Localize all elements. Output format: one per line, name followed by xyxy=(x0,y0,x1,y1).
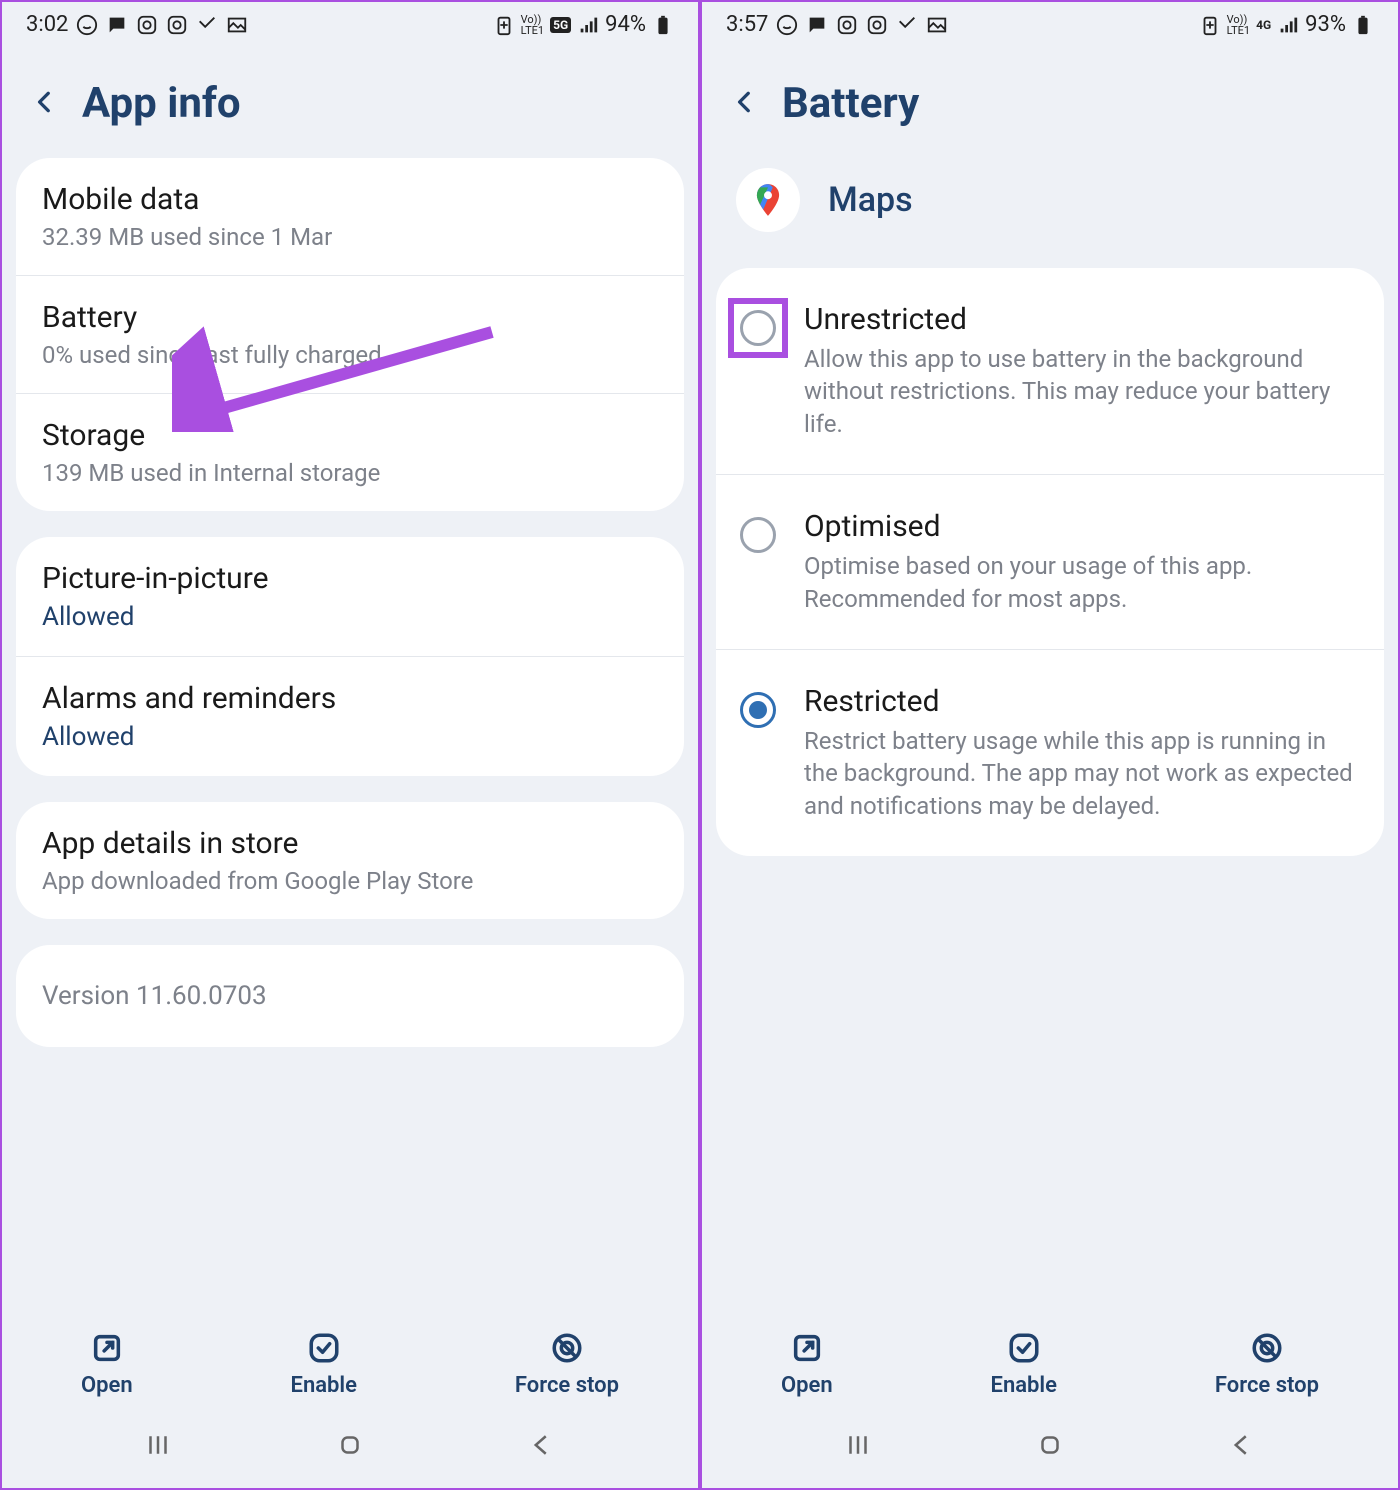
row-battery[interactable]: Battery 0% used since last fully charged xyxy=(16,275,684,393)
instagram-icon xyxy=(136,14,158,36)
maps-app-icon xyxy=(736,168,800,232)
back-icon[interactable] xyxy=(32,82,58,126)
instagram-icon xyxy=(866,14,888,36)
card-usage: Mobile data 32.39 MB used since 1 Mar Ba… xyxy=(16,158,684,511)
row-mobile-data[interactable]: Mobile data 32.39 MB used since 1 Mar xyxy=(16,158,684,275)
open-button[interactable]: Open xyxy=(81,1331,133,1398)
status-time: 3:02 xyxy=(26,12,68,37)
back-nav-icon[interactable] xyxy=(1227,1430,1257,1464)
action-bar: Open Enable Force stop xyxy=(2,1309,698,1412)
battery-percent: 93% xyxy=(1305,12,1346,37)
enable-button[interactable]: Enable xyxy=(991,1331,1057,1398)
nav-bar xyxy=(2,1412,698,1488)
battery-percent: 94% xyxy=(605,12,646,37)
chat-icon xyxy=(106,14,128,36)
volte-icon: Vo)) LTE1 xyxy=(1227,14,1250,36)
chat-icon xyxy=(806,14,828,36)
row-pip[interactable]: Picture-in-picture Allowed xyxy=(16,537,684,656)
home-icon[interactable] xyxy=(1035,1430,1065,1464)
status-time: 3:57 xyxy=(726,12,768,37)
battery-icon xyxy=(652,14,674,36)
option-restricted[interactable]: Restricted Restrict battery usage while … xyxy=(716,649,1384,856)
missed-call-icon xyxy=(196,14,218,36)
network-badge: 4G xyxy=(1256,18,1271,32)
force-stop-button[interactable]: Force stop xyxy=(1215,1331,1319,1398)
missed-call-icon xyxy=(896,14,918,36)
signal-icon xyxy=(577,14,599,36)
page-header: Battery xyxy=(702,43,1398,158)
row-store-details[interactable]: App details in store App downloaded from… xyxy=(16,802,684,919)
force-stop-button[interactable]: Force stop xyxy=(515,1331,619,1398)
network-badge: 5G xyxy=(550,17,571,33)
enable-button[interactable]: Enable xyxy=(291,1331,357,1398)
battery-icon xyxy=(1352,14,1374,36)
back-icon[interactable] xyxy=(732,82,758,126)
open-icon xyxy=(790,1331,824,1365)
radio-icon[interactable] xyxy=(740,517,776,553)
card-permissions: Picture-in-picture Allowed Alarms and re… xyxy=(16,537,684,776)
open-icon xyxy=(90,1331,124,1365)
app-name: Maps xyxy=(828,180,913,220)
card-store: App details in store App downloaded from… xyxy=(16,802,684,919)
photo-icon xyxy=(226,14,248,36)
photo-icon xyxy=(926,14,948,36)
status-bar: 3:02 Vo)) LTE1 5G 94% xyxy=(2,2,698,43)
version-text: Version 11.60.0703 xyxy=(42,981,658,1011)
card-battery-options: Unrestricted Allow this app to use batte… xyxy=(716,268,1384,856)
radio-icon[interactable] xyxy=(740,310,776,346)
card-version: Version 11.60.0703 xyxy=(16,945,684,1047)
page-title: Battery xyxy=(782,79,919,128)
option-unrestricted[interactable]: Unrestricted Allow this app to use batte… xyxy=(716,268,1384,474)
stop-icon xyxy=(1250,1331,1284,1365)
enable-icon xyxy=(1007,1331,1041,1365)
radio-icon[interactable] xyxy=(740,692,776,728)
signal-icon xyxy=(1277,14,1299,36)
action-bar: Open Enable Force stop xyxy=(702,1309,1398,1412)
whatsapp-icon xyxy=(76,14,98,36)
status-bar: 3:57 Vo)) LTE1 4G 93% xyxy=(702,2,1398,43)
home-icon[interactable] xyxy=(335,1430,365,1464)
instagram-icon xyxy=(836,14,858,36)
volte-icon: Vo)) LTE1 xyxy=(521,14,544,36)
stop-icon xyxy=(550,1331,584,1365)
enable-icon xyxy=(307,1331,341,1365)
open-button[interactable]: Open xyxy=(781,1331,833,1398)
page-header: App info xyxy=(2,43,698,158)
row-storage[interactable]: Storage 139 MB used in Internal storage xyxy=(16,393,684,511)
screenshot-battery-settings: 3:57 Vo)) LTE1 4G 93% Battery Maps xyxy=(700,0,1400,1490)
whatsapp-icon xyxy=(776,14,798,36)
battery-saver-icon xyxy=(1199,14,1221,36)
back-nav-icon[interactable] xyxy=(527,1430,557,1464)
row-alarms[interactable]: Alarms and reminders Allowed xyxy=(16,656,684,776)
option-optimised[interactable]: Optimised Optimise based on your usage o… xyxy=(716,474,1384,649)
annotation-highlight xyxy=(728,298,788,358)
page-title: App info xyxy=(82,79,241,128)
instagram-icon xyxy=(166,14,188,36)
app-row: Maps xyxy=(702,158,1398,268)
nav-bar xyxy=(702,1412,1398,1488)
screenshot-app-info: 3:02 Vo)) LTE1 5G 94% App info Mobile da… xyxy=(0,0,700,1490)
recents-icon[interactable] xyxy=(843,1430,873,1464)
battery-saver-icon xyxy=(493,14,515,36)
recents-icon[interactable] xyxy=(143,1430,173,1464)
